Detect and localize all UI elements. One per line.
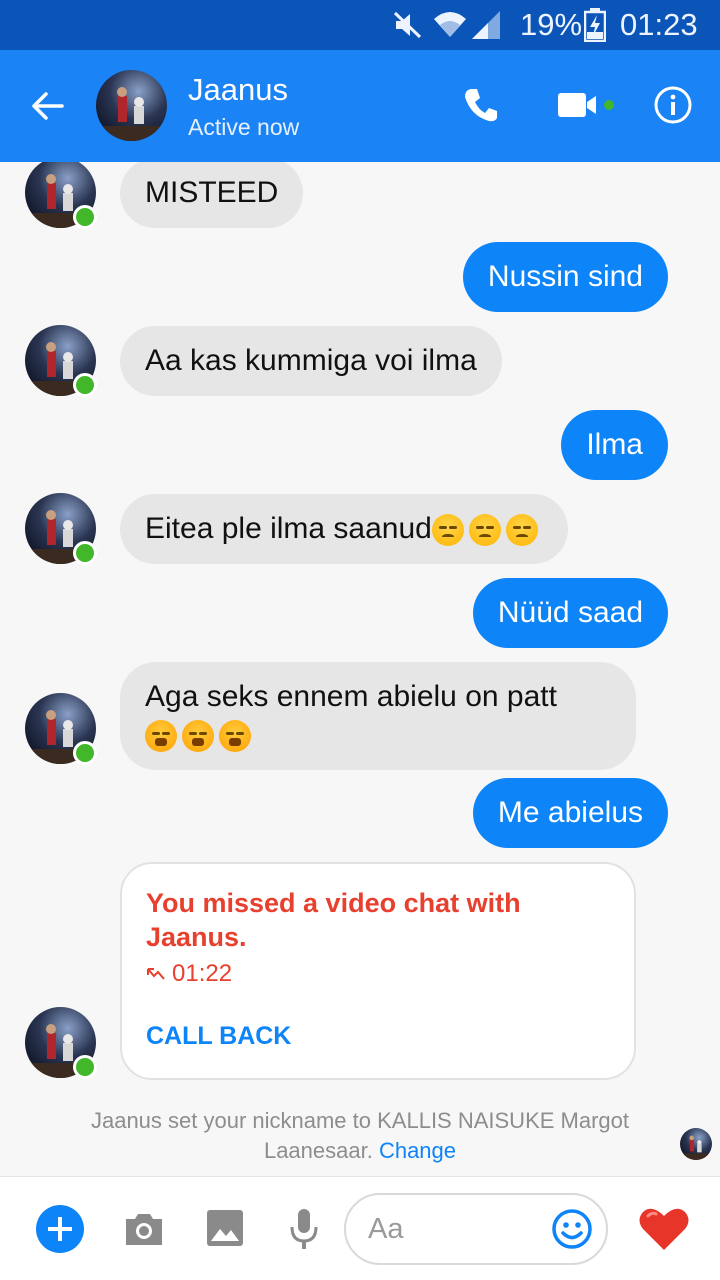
wifi-icon — [432, 8, 468, 42]
face-with-steam-icon — [145, 720, 177, 753]
change-link[interactable]: Change — [379, 1138, 456, 1163]
face-with-steam-icon — [219, 720, 251, 753]
missed-call-arrow-icon — [147, 968, 165, 980]
online-indicator — [73, 373, 97, 397]
smiley-icon[interactable] — [550, 1207, 594, 1251]
missed-call-title: You missed a video chat with Jaanus. — [146, 888, 521, 952]
back-arrow-icon[interactable] — [24, 82, 72, 130]
plus-icon[interactable] — [36, 1205, 84, 1253]
info-icon[interactable] — [648, 80, 698, 130]
message-list[interactable]: MISTEED Nussin sind Aa kas kummiga voi i… — [0, 162, 720, 1174]
disappointed-face-icon — [468, 514, 501, 547]
message-input-box[interactable] — [344, 1193, 608, 1265]
clock: 01:23 — [620, 7, 698, 42]
microphone-icon[interactable] — [284, 1205, 324, 1253]
nickname-notice: Jaanus set your nickname to KALLIS NAISU… — [60, 1106, 660, 1166]
camera-icon[interactable] — [122, 1207, 166, 1251]
conversation-header: Jaanus Active now — [0, 50, 720, 162]
message-input[interactable] — [368, 1209, 538, 1249]
face-with-steam-icon — [182, 720, 214, 753]
battery-charging-icon — [584, 8, 606, 42]
online-indicator — [73, 541, 97, 565]
phone-icon[interactable] — [456, 80, 506, 130]
avatar[interactable] — [25, 693, 97, 765]
message-outgoing[interactable]: Me abielus — [472, 778, 668, 848]
online-indicator — [73, 1055, 97, 1079]
missed-call-time: 01:22 — [172, 960, 233, 987]
message-text: Aga seks ennem abielu on patt — [145, 680, 557, 713]
message-incoming[interactable]: Eitea ple ilma saanud — [120, 494, 568, 564]
heart-icon[interactable] — [636, 1203, 692, 1255]
battery-percent: 19% — [520, 7, 583, 42]
signal-icon — [470, 8, 502, 42]
avatar[interactable] — [25, 493, 97, 565]
avatar[interactable] — [25, 162, 97, 229]
avatar[interactable] — [25, 325, 97, 397]
call-back-button[interactable]: CALL BACK — [146, 1022, 291, 1051]
gallery-icon[interactable] — [204, 1207, 246, 1249]
message-text: Eitea ple ilma saanud — [145, 512, 432, 545]
message-outgoing[interactable]: Nussin sind — [462, 242, 668, 312]
contact-name[interactable]: Jaanus — [188, 72, 288, 108]
active-status: Active now — [188, 114, 300, 140]
video-camera-icon[interactable] — [554, 80, 618, 130]
avatar[interactable] — [25, 1007, 97, 1079]
disappointed-face-icon — [505, 514, 538, 547]
online-indicator — [73, 205, 97, 229]
online-indicator — [73, 741, 97, 765]
message-incoming[interactable]: Aga seks ennem abielu on patt — [120, 662, 636, 770]
seen-avatar — [680, 1128, 712, 1160]
notice-text: Jaanus set your nickname to KALLIS NAISU… — [90, 1108, 630, 1163]
disappointed-face-icon — [431, 514, 464, 547]
muted-icon — [392, 8, 424, 42]
message-composer — [0, 1176, 720, 1280]
message-incoming[interactable]: Aa kas kummiga voi ilma — [120, 326, 502, 396]
message-outgoing[interactable]: Nüüd saad — [472, 578, 668, 648]
missed-video-chat-card[interactable]: You missed a video chat with Jaanus. 01:… — [120, 862, 636, 1080]
message-incoming[interactable]: MISTEED — [120, 162, 304, 228]
message-outgoing[interactable]: Ilma — [561, 410, 668, 480]
missed-call-time-row: 01:22 — [146, 960, 232, 988]
contact-avatar[interactable] — [96, 70, 167, 141]
status-bar: 19% 01:23 — [0, 0, 720, 50]
